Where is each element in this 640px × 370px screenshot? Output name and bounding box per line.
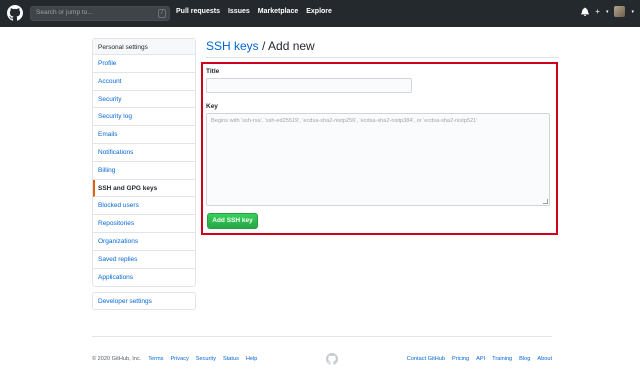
chevron-down-icon[interactable]: ▾ xyxy=(631,9,634,15)
sidebar-item-ssh-gpg-keys[interactable]: SSH and GPG keys xyxy=(93,179,195,198)
footer-link-terms[interactable]: Terms xyxy=(148,356,163,362)
footer-link-contact[interactable]: Contact GitHub xyxy=(407,356,445,362)
page-title: SSH keys / Add new xyxy=(206,39,315,53)
nav-explore[interactable]: Explore xyxy=(306,8,332,15)
footer-link-blog[interactable]: Blog xyxy=(519,356,530,362)
sidebar-item-developer-settings[interactable]: Developer settings xyxy=(92,292,196,310)
top-header: Search or jump to... / Pull requests Iss… xyxy=(0,0,640,27)
footer-link-help[interactable]: Help xyxy=(246,356,258,362)
sidebar-item-profile[interactable]: Profile xyxy=(93,55,195,73)
github-logo-icon[interactable] xyxy=(7,5,23,21)
sidebar-item-repositories[interactable]: Repositories xyxy=(93,215,195,233)
sidebar-item-security-log[interactable]: Security log xyxy=(93,108,195,127)
sidebar-item-organizations[interactable]: Organizations xyxy=(93,233,195,251)
sidebar-item-applications[interactable]: Applications xyxy=(93,269,195,287)
plus-icon[interactable]: + xyxy=(595,7,600,17)
slash-key-hint: / xyxy=(158,9,166,18)
footer-link-status[interactable]: Status xyxy=(223,356,239,362)
footer-divider xyxy=(92,336,552,337)
github-footer-logo-icon[interactable] xyxy=(326,353,338,365)
footer-link-privacy[interactable]: Privacy xyxy=(170,356,188,362)
footer-link-security[interactable]: Security xyxy=(196,356,216,362)
search-input[interactable]: Search or jump to... / xyxy=(30,6,170,21)
key-label: Key xyxy=(206,103,218,110)
resize-handle-icon[interactable] xyxy=(543,199,548,204)
top-nav: Pull requests Issues Marketplace Explore xyxy=(176,8,332,15)
copyright: © 2020 GitHub, Inc. xyxy=(92,356,142,362)
footer-right: Contact GitHub Pricing API Training Blog… xyxy=(407,356,552,362)
header-actions: + ▾ ▾ xyxy=(581,6,634,17)
key-placeholder: Begins with 'ssh-rsa', 'ssh-ed25519', 'e… xyxy=(211,118,478,124)
sidebar-item-notifications[interactable]: Notifications xyxy=(93,144,195,162)
footer-link-api[interactable]: API xyxy=(476,356,485,362)
title-label: Title xyxy=(206,68,220,75)
sidebar-item-billing[interactable]: Billing xyxy=(93,162,195,180)
chevron-down-icon[interactable]: ▾ xyxy=(606,9,609,15)
search-placeholder: Search or jump to... xyxy=(36,9,93,16)
title-field[interactable] xyxy=(206,78,412,93)
avatar[interactable] xyxy=(614,6,626,17)
sidebar-item-blocked-users[interactable]: Blocked users xyxy=(93,197,195,216)
sidebar-item-security[interactable]: Security xyxy=(93,91,195,109)
sidebar-item-account[interactable]: Account xyxy=(93,73,195,91)
footer-left: © 2020 GitHub, Inc. Terms Privacy Securi… xyxy=(92,356,257,362)
nav-issues[interactable]: Issues xyxy=(228,8,250,15)
page-title-rest: / Add new xyxy=(258,39,315,53)
bell-icon[interactable] xyxy=(581,7,590,16)
footer-link-pricing[interactable]: Pricing xyxy=(452,356,469,362)
footer-link-about[interactable]: About xyxy=(537,356,552,362)
sidebar-item-saved-replies[interactable]: Saved replies xyxy=(93,251,195,269)
settings-sidebar: Personal settings Profile Account Securi… xyxy=(92,38,196,288)
sidebar-item-emails[interactable]: Emails xyxy=(93,126,195,144)
divider xyxy=(206,57,558,58)
nav-marketplace[interactable]: Marketplace xyxy=(258,8,298,15)
add-ssh-key-button[interactable]: Add SSH key xyxy=(207,213,258,229)
key-textarea[interactable]: Begins with 'ssh-rsa', 'ssh-ed25519', 'e… xyxy=(206,113,550,206)
sidebar-heading: Personal settings xyxy=(93,39,195,55)
footer-link-training[interactable]: Training xyxy=(492,356,512,362)
nav-pull-requests[interactable]: Pull requests xyxy=(176,8,220,15)
breadcrumb-ssh-keys[interactable]: SSH keys xyxy=(206,39,259,53)
